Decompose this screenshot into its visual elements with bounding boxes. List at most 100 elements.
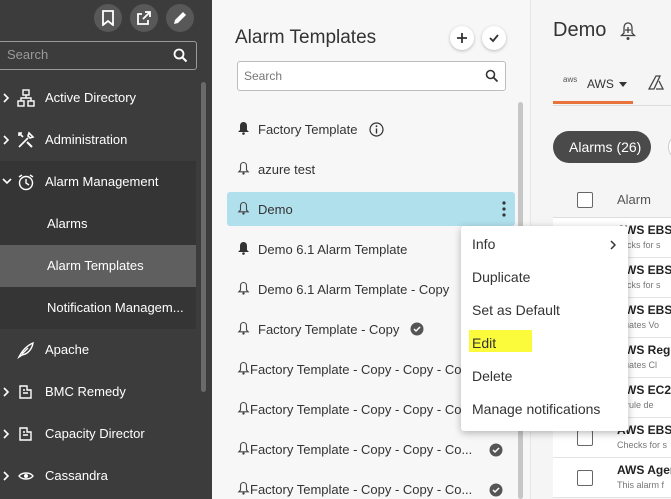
bell-outline-icon bbox=[237, 481, 250, 495]
kebab-menu-icon[interactable] bbox=[501, 200, 507, 218]
template-title: Demo bbox=[553, 19, 607, 41]
menu-item-info[interactable]: Info bbox=[461, 228, 628, 261]
template-label: Demo 6.1 Alarm Template bbox=[258, 242, 408, 257]
nav-search-input[interactable] bbox=[7, 47, 167, 62]
bell-outline-icon bbox=[237, 281, 250, 295]
plus-icon bbox=[457, 33, 467, 43]
menu-item-label: Manage notifications bbox=[472, 401, 601, 417]
nav-subitem-alarms[interactable]: Alarms bbox=[0, 203, 196, 245]
chevron-right-icon bbox=[3, 135, 10, 145]
template-label: Factory Template - Copy - Copy - Co... bbox=[250, 442, 473, 457]
azure-logo-icon[interactable] bbox=[648, 75, 668, 91]
nav-top-actions bbox=[94, 4, 194, 32]
menu-item-label: Edit bbox=[472, 335, 497, 351]
external-link-icon bbox=[137, 11, 151, 25]
chevron-right-icon bbox=[3, 429, 10, 439]
bell-outline-icon bbox=[237, 161, 250, 175]
menu-item-label: Set as Default bbox=[472, 302, 560, 318]
template-label: Factory Template bbox=[258, 122, 358, 137]
select-all-checkbox[interactable] bbox=[577, 192, 593, 208]
bell-outline-icon bbox=[237, 401, 250, 415]
chevron-right-icon bbox=[3, 471, 10, 481]
plugin-icon bbox=[19, 385, 32, 399]
template-label: Factory Template - Copy - Copy - Co... bbox=[250, 482, 473, 497]
bookmark-button[interactable] bbox=[94, 4, 122, 32]
check-circle-icon bbox=[410, 322, 424, 336]
menu-item-label: Duplicate bbox=[472, 269, 531, 285]
nav-search-box bbox=[0, 41, 197, 70]
menu-item-label: Info bbox=[472, 236, 496, 252]
nav-item-administration[interactable]: Administration bbox=[0, 119, 196, 161]
nav-subitem-notification-management[interactable]: Notification Managem... bbox=[0, 287, 196, 329]
tools-icon bbox=[18, 131, 35, 148]
alarm-description: Checks for s bbox=[617, 440, 668, 450]
chevron-right-icon bbox=[610, 240, 616, 250]
info-icon[interactable] bbox=[369, 122, 384, 137]
alarm-description: This alarm f bbox=[617, 480, 665, 490]
template-label: Demo bbox=[258, 202, 293, 217]
template-search-input[interactable] bbox=[244, 69, 474, 83]
nav-item-cassandra[interactable]: Cassandra bbox=[0, 455, 196, 497]
template-item[interactable]: Factory Template - Copy - Copy - Co... bbox=[227, 432, 515, 466]
nav-item-label: Apache bbox=[45, 342, 90, 357]
tab-divider bbox=[553, 105, 671, 106]
nav-subitem-label: Alarms bbox=[47, 216, 88, 231]
alarm-clock-icon bbox=[18, 174, 34, 191]
template-context-menu: Info Duplicate Set as Default Edit Delet… bbox=[461, 226, 628, 431]
row-checkbox[interactable] bbox=[577, 470, 593, 486]
bell-filled-icon bbox=[238, 242, 249, 255]
checkmark-icon bbox=[489, 34, 499, 43]
nav-subitem-alarm-templates[interactable]: Alarm Templates bbox=[0, 245, 196, 287]
nav-item-label: Capacity Director bbox=[45, 426, 145, 441]
bookmark-icon bbox=[102, 10, 114, 26]
bell-add-icon[interactable] bbox=[619, 21, 637, 41]
nav-item-apache[interactable]: Apache bbox=[0, 329, 196, 371]
row-checkbox[interactable] bbox=[577, 430, 593, 446]
nav-item-bmc-remedy[interactable]: BMC Remedy bbox=[0, 371, 196, 413]
bell-outline-icon bbox=[237, 361, 250, 375]
nav-item-label: Alarm Management bbox=[45, 174, 159, 189]
template-item[interactable]: Factory Template bbox=[227, 112, 515, 146]
menu-item-duplicate[interactable]: Duplicate bbox=[461, 261, 628, 294]
select-mode-button[interactable] bbox=[482, 26, 506, 50]
menu-item-delete[interactable]: Delete bbox=[461, 360, 628, 393]
nav-item-label: Administration bbox=[45, 132, 128, 147]
template-label: Factory Template - Copy bbox=[258, 322, 400, 337]
menu-item-edit[interactable]: Edit bbox=[461, 327, 628, 360]
nav-item-alarm-management[interactable]: Alarm Management bbox=[0, 161, 196, 203]
network-icon bbox=[17, 89, 35, 107]
search-icon[interactable] bbox=[485, 69, 499, 88]
chevron-right-icon bbox=[3, 387, 10, 397]
menu-item-label: Delete bbox=[472, 368, 513, 384]
nav-item-label: Cassandra bbox=[45, 468, 108, 483]
chevron-down-icon bbox=[2, 178, 12, 185]
check-circle-icon bbox=[489, 483, 503, 497]
nav-item-active-directory[interactable]: Active Directory bbox=[0, 77, 196, 119]
template-item-selected[interactable]: Demo bbox=[227, 192, 515, 226]
nav-scrollbar[interactable] bbox=[201, 82, 206, 392]
search-icon[interactable] bbox=[173, 48, 188, 68]
menu-item-set-as-default[interactable]: Set as Default bbox=[461, 294, 628, 327]
alarm-name: AWS Agen bbox=[617, 463, 671, 477]
chevron-right-icon bbox=[3, 93, 10, 103]
template-search-box bbox=[237, 61, 506, 91]
template-item[interactable]: Factory Template - Copy - Copy - Co... bbox=[227, 472, 515, 499]
tab-aws[interactable]: aws AWS bbox=[553, 66, 633, 104]
menu-item-manage-notifications[interactable]: Manage notifications bbox=[461, 393, 628, 426]
edit-button[interactable] bbox=[166, 4, 194, 32]
panel-title: Alarm Templates bbox=[235, 27, 377, 48]
aws-logo: aws bbox=[563, 75, 578, 84]
add-template-button[interactable] bbox=[450, 26, 474, 50]
template-label: azure test bbox=[258, 162, 316, 177]
open-external-button[interactable] bbox=[130, 4, 158, 32]
left-navigation: Active Directory Administration Alarm Ma… bbox=[0, 0, 212, 499]
nav-item-capacity-director[interactable]: Capacity Director bbox=[0, 413, 196, 455]
nav-subitem-label: Notification Managem... bbox=[47, 300, 184, 315]
bell-outline-icon bbox=[237, 441, 250, 455]
tab-label: AWS bbox=[587, 77, 614, 91]
table-row[interactable]: AWS Agen This alarm f bbox=[553, 458, 671, 498]
template-label: Factory Template - Copy - Copy - Co bbox=[250, 402, 462, 417]
alarms-tab-pill[interactable]: Alarms (26) bbox=[553, 131, 651, 163]
template-item[interactable]: azure test bbox=[227, 152, 515, 186]
column-header-alarm[interactable]: Alarm bbox=[617, 192, 651, 207]
